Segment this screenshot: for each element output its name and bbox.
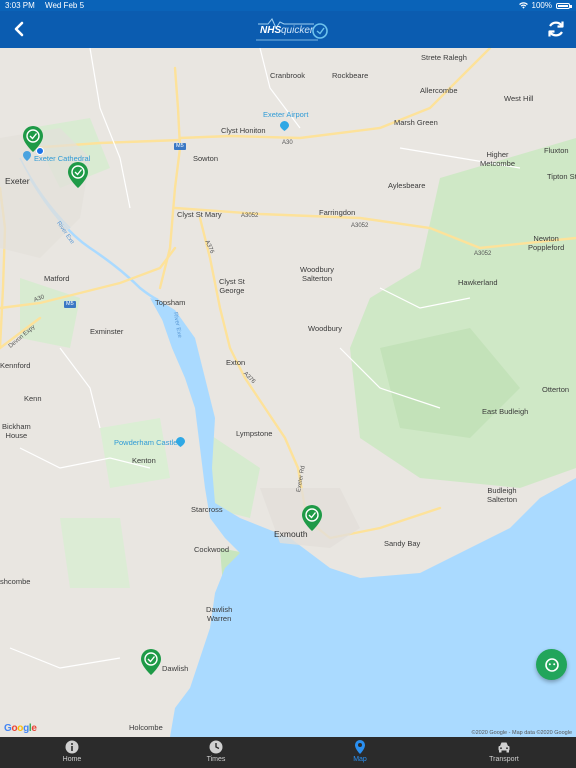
road-label: M5 bbox=[64, 301, 76, 308]
tab-label: Transport bbox=[489, 756, 519, 763]
place-label: East Budleigh bbox=[482, 407, 529, 416]
logo-nhs-text: NHS bbox=[260, 25, 282, 36]
back-button[interactable] bbox=[8, 17, 32, 41]
hospital-marker-icon[interactable] bbox=[68, 162, 88, 188]
place-label: Marsh Green bbox=[394, 118, 438, 127]
road-label: A3052 bbox=[351, 223, 369, 229]
nhs-quicker-logo: NHS quicker bbox=[254, 16, 330, 44]
hospital-marker-icon[interactable] bbox=[141, 649, 161, 675]
place-label: Woodbury bbox=[308, 324, 343, 333]
chat-button[interactable] bbox=[536, 649, 567, 680]
place-label: Fluxton bbox=[544, 146, 569, 155]
place-label: Sowton bbox=[193, 154, 219, 163]
info-icon bbox=[65, 740, 79, 754]
place-label: Starcross bbox=[191, 505, 223, 514]
place-label: Sandy Bay bbox=[384, 539, 421, 548]
map-attribution: ©2020 Google - Map data ©2020 Google bbox=[471, 730, 572, 736]
place-label: Kennford bbox=[0, 361, 31, 370]
place-label: Hawkerland bbox=[458, 278, 498, 287]
status-bar: 3:03 PM Wed Feb 5 100% bbox=[0, 0, 576, 11]
place-label: Matford bbox=[44, 274, 70, 283]
place-label: Dawlish Warren bbox=[206, 605, 233, 623]
place-label: Tipton St bbox=[547, 172, 576, 181]
status-time: 3:03 PM bbox=[5, 1, 35, 10]
road-label: A3052 bbox=[474, 251, 492, 257]
tab-label: Times bbox=[206, 756, 226, 763]
tab-transport[interactable]: Transport bbox=[432, 737, 576, 768]
chevron-left-icon bbox=[14, 21, 24, 37]
place-label: Strete Ralegh bbox=[421, 53, 467, 62]
road-label: A3052 bbox=[241, 213, 259, 219]
place-label: Bickham House bbox=[2, 422, 31, 440]
place-label: Lympstone bbox=[236, 429, 273, 438]
place-label: Exeter Airport bbox=[263, 110, 309, 119]
refresh-button[interactable] bbox=[544, 17, 568, 41]
chat-face-icon bbox=[544, 657, 559, 672]
road-label: A30 bbox=[282, 140, 293, 146]
place-label: Topsham bbox=[155, 298, 186, 307]
place-label: Higher Metcombe bbox=[480, 150, 516, 168]
road-label: M5 bbox=[174, 143, 186, 150]
place-label: shcombe bbox=[0, 577, 31, 586]
place-label: Exton bbox=[226, 358, 246, 367]
wifi-icon bbox=[518, 2, 528, 9]
google-logo: Google bbox=[4, 723, 37, 734]
place-label: Aylesbeare bbox=[388, 181, 426, 190]
hospital-marker-icon[interactable] bbox=[23, 126, 43, 152]
tab-home[interactable]: Home bbox=[0, 737, 144, 768]
tab-bar: Home Times Map Transport bbox=[0, 737, 576, 768]
castle-pin-icon bbox=[176, 437, 185, 447]
logo-quicker-text: quicker bbox=[281, 25, 314, 36]
place-label: Exeter bbox=[5, 176, 30, 186]
place-label: West Hill bbox=[504, 94, 534, 103]
car-icon bbox=[498, 742, 510, 753]
status-date: Wed Feb 5 bbox=[45, 1, 85, 10]
airport-pin-icon bbox=[280, 121, 289, 131]
place-label: Exmouth bbox=[274, 529, 308, 539]
place-label: Clyst St Mary bbox=[177, 210, 222, 219]
tab-label: Home bbox=[62, 756, 82, 763]
cathedral-pin-icon bbox=[23, 151, 31, 161]
battery-icon bbox=[556, 2, 572, 9]
place-label: Kenn bbox=[24, 394, 42, 403]
tab-times[interactable]: Times bbox=[144, 737, 288, 768]
place-label: Budleigh Salterton bbox=[487, 486, 518, 504]
tab-label: Map bbox=[353, 756, 367, 763]
place-label: Dawlish bbox=[162, 664, 189, 673]
place-label: Farringdon bbox=[319, 208, 356, 217]
refresh-icon bbox=[548, 21, 564, 37]
place-label: Exminster bbox=[90, 327, 124, 336]
place-label: Allercombe bbox=[420, 86, 458, 95]
place-label: Clyst Honiton bbox=[221, 126, 266, 135]
place-label: Woodbury Salterton bbox=[300, 265, 335, 283]
map-pin-icon bbox=[355, 740, 365, 754]
place-label: Cockwood bbox=[194, 545, 230, 554]
place-label: Cranbrook bbox=[270, 71, 306, 80]
map-view[interactable]: Strete Ralegh Cranbrook Rockbeare Allerc… bbox=[0, 48, 576, 737]
place-label: Otterton bbox=[542, 385, 570, 394]
place-label: Kenton bbox=[132, 456, 156, 465]
place-label: Clyst St George bbox=[219, 277, 245, 295]
place-label: Holcombe bbox=[129, 723, 163, 732]
nav-bar: NHS quicker bbox=[0, 11, 576, 48]
battery-percent: 100% bbox=[531, 1, 552, 10]
tab-map[interactable]: Map bbox=[288, 737, 432, 768]
hospital-marker-icon[interactable] bbox=[302, 505, 322, 531]
clock-icon bbox=[209, 740, 223, 754]
place-label: Newton Poppleford bbox=[528, 234, 565, 252]
place-label: Powderham Castle bbox=[114, 438, 178, 447]
place-label: Rockbeare bbox=[332, 71, 369, 80]
